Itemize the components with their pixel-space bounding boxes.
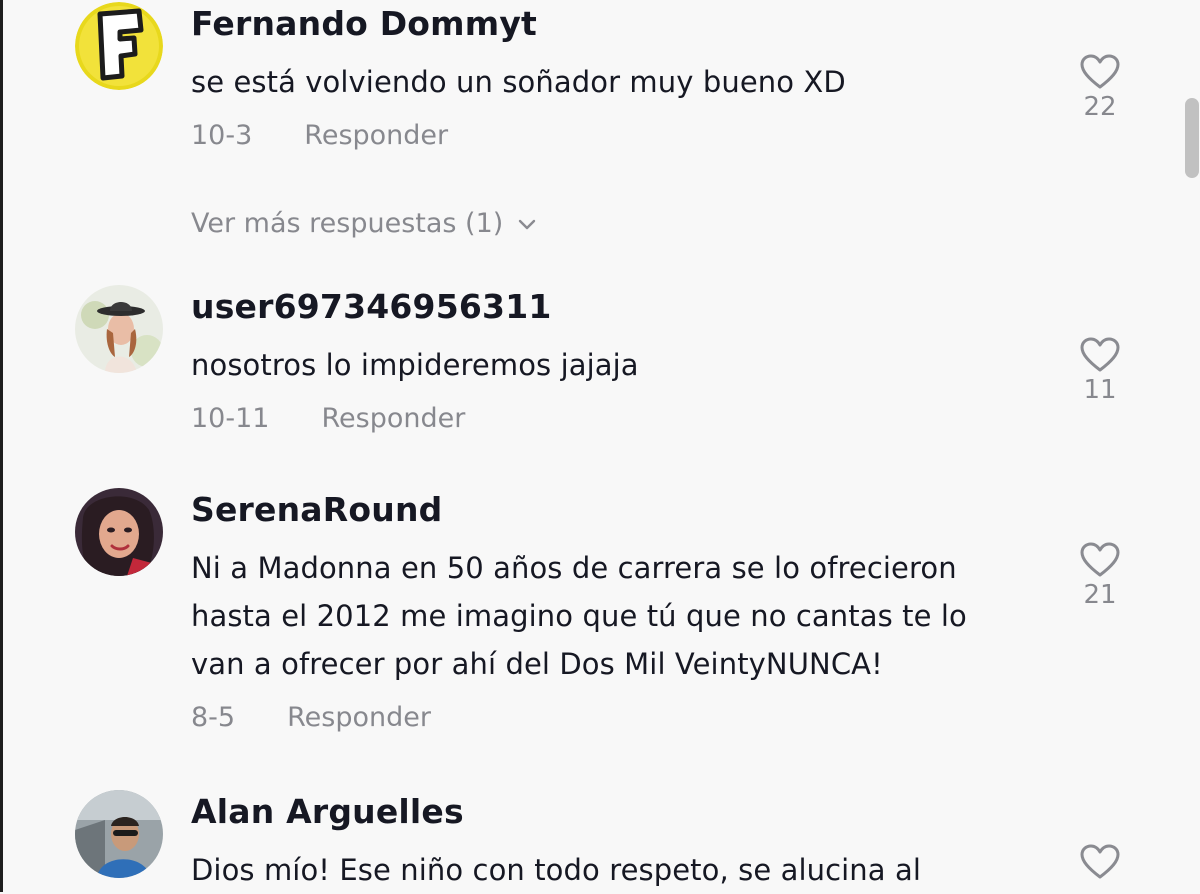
heart-outline-icon[interactable] — [1080, 54, 1120, 90]
comment-text: se está volviendo un soñador muy bueno X… — [191, 65, 846, 99]
comment-date: 8-5 — [191, 702, 236, 733]
comment-text: Dios mío! Ese niño con todo respeto, se … — [191, 853, 921, 887]
scrollbar[interactable] — [1184, 0, 1200, 892]
like-group: 21 — [1065, 542, 1135, 610]
comment-username[interactable]: user697346956311 — [191, 285, 1021, 329]
like-count: 22 — [1083, 92, 1117, 122]
heart-outline-icon[interactable] — [1080, 337, 1120, 373]
comment-meta: 10-11 Responder — [191, 399, 1021, 439]
woman-with-hat-avatar-icon — [75, 285, 163, 373]
view-more-replies-label: Ver más respuestas (1) — [191, 208, 504, 239]
like-group: 11 — [1065, 337, 1135, 405]
like-count: 21 — [1083, 580, 1117, 610]
comment-content: SerenaRound Ni a Madonna en 50 años de c… — [191, 488, 1021, 738]
comment-content: Alan Arguelles Dios mío! Ese niño con to… — [191, 790, 1021, 894]
view-more-replies-button[interactable]: Ver más respuestas (1) — [191, 204, 537, 244]
like-count: 11 — [1083, 375, 1117, 405]
like-group — [1065, 844, 1135, 880]
avatar[interactable] — [75, 2, 163, 90]
comment-content: user697346956311 nosotros lo impideremos… — [191, 285, 1021, 439]
comment-text: nosotros lo impideremos jajaja — [191, 348, 639, 382]
comment-username[interactable]: SerenaRound — [191, 488, 1021, 532]
comment-date: 10-11 — [191, 403, 270, 434]
reply-button[interactable]: Responder — [287, 698, 431, 738]
heart-outline-icon[interactable] — [1080, 844, 1120, 880]
comment-date: 10-3 — [191, 120, 253, 151]
avatar[interactable] — [75, 488, 163, 576]
comment-meta: 8-5 Responder — [191, 698, 1021, 738]
comment-meta: 10-3 Responder — [191, 116, 1021, 156]
comment-username[interactable]: Alan Arguelles — [191, 790, 1021, 834]
woman-selfie-avatar-icon — [75, 488, 163, 576]
comment-text: Ni a Madonna en 50 años de carrera se lo… — [191, 551, 967, 681]
like-group: 22 — [1065, 54, 1135, 122]
heart-outline-icon[interactable] — [1080, 542, 1120, 578]
yellow-f-logo-avatar-icon — [75, 2, 163, 90]
avatar[interactable] — [75, 790, 163, 878]
reply-button[interactable]: Responder — [321, 399, 465, 439]
man-in-car-avatar-icon — [75, 790, 163, 878]
reply-button[interactable]: Responder — [304, 116, 448, 156]
comment-username[interactable]: Fernando Dommyt — [191, 2, 1021, 46]
chevron-down-icon — [519, 219, 536, 230]
scrollbar-thumb[interactable] — [1185, 98, 1199, 178]
comments-panel: Fernando Dommyt se está volviendo un soñ… — [0, 0, 1200, 892]
avatar[interactable] — [75, 285, 163, 373]
comment-content: Fernando Dommyt se está volviendo un soñ… — [191, 2, 1021, 156]
